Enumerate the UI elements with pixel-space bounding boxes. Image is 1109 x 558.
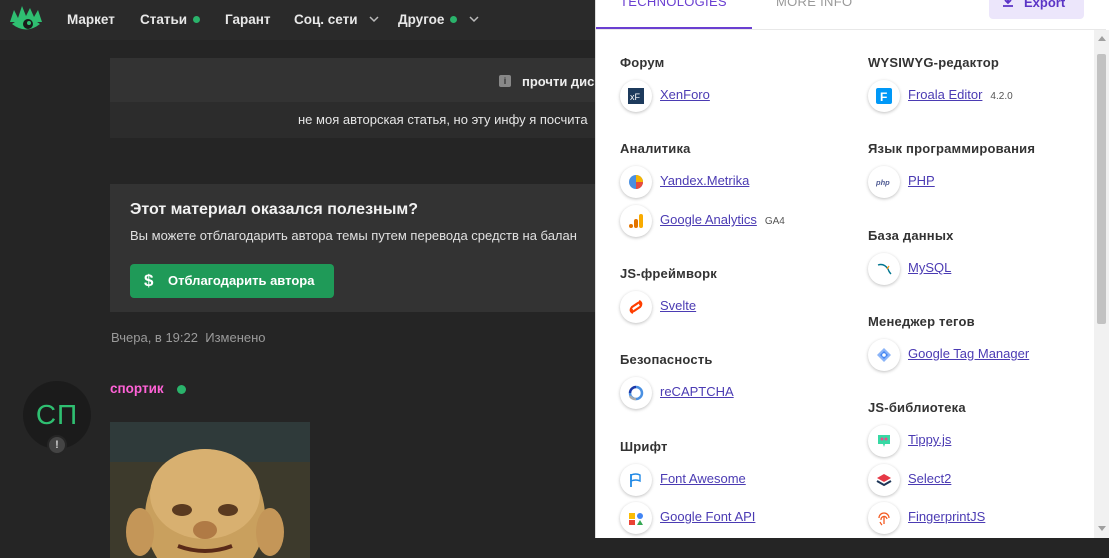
mysql-icon [868,253,900,285]
thanks-description: Вы можете отблагодарить автора темы путе… [130,228,577,243]
tech-name: FingerprintJS [908,509,986,524]
category-database: База данных [868,228,954,243]
panel-divider [596,29,1106,30]
user-status-badge: ! [47,435,67,455]
nav-item-other[interactable]: Другое [398,12,479,27]
nav-item-label: Другое [398,12,445,27]
froala-icon: F [868,80,900,112]
tech-name: XenForo [660,87,710,102]
tech-name: Tippy.js [908,432,952,447]
download-icon [1003,0,1013,7]
php-icon: php [868,166,900,198]
tech-name: Google Tag Manager [908,346,1030,361]
tech-name: Font Awesome [660,471,746,486]
new-indicator-dot [193,16,201,23]
tech-name: Yandex.Metrika [660,173,750,188]
svelte-icon [620,291,652,323]
panel-scrollbar[interactable] [1094,30,1109,538]
nav-item-social[interactable]: Соц. сети [294,12,379,27]
nav-item-label: Гарант [225,12,271,27]
tech-name: Select2 [908,471,952,486]
nav-item-label: Статьи [140,12,188,27]
tech-name: PHP [908,173,935,188]
post-message: не моя авторская статья, но эту инфу я п… [110,102,600,138]
post-image[interactable] [110,422,310,558]
spoiler-title: прочти дис [522,74,595,89]
post-edited[interactable]: Изменено [205,330,265,345]
google-analytics-icon [620,205,652,237]
post-time[interactable]: Вчера, в 19:22 [111,330,198,345]
tech-name: MySQL [908,260,952,275]
category-forum: Форум [620,55,665,70]
thank-author-label: Отблагодарить автора [168,273,315,288]
tab-more-info[interactable]: MORE INFO [776,0,852,9]
category-wysiwyg: WYSIWYG-редактор [868,55,1000,70]
nav-item-market[interactable]: Маркет [67,12,115,27]
tech-version: GA4 [764,216,785,227]
chevron-down-icon [469,16,479,23]
tech-name: reCAPTCHA [660,384,734,399]
tech-name: Google Analytics GA4 [660,212,785,227]
post-meta: Вчера, в 19:22 Изменено [111,330,266,345]
tech-name: Google Font API [660,509,756,524]
chevron-down-icon [369,16,379,23]
fingerprintjs-icon [868,502,900,534]
technologies-panel: TECHNOLOGIES MORE INFO Export Форум xF X… [595,0,1109,538]
yandex-metrika-icon [620,166,652,198]
export-button[interactable]: Export [989,0,1084,19]
google-font-api-icon [620,502,652,534]
site-logo-icon[interactable] [8,4,44,34]
online-status-dot [177,385,186,394]
thanks-title: Этот материал оказался полезным? [130,201,418,218]
tab-technologies[interactable]: TECHNOLOGIES [620,0,727,9]
category-programming-language: Язык программирования [868,141,1036,156]
google-tag-manager-icon [868,339,900,371]
svg-text:xF: xF [630,92,641,102]
scroll-up-icon[interactable] [1098,36,1106,41]
select2-icon [868,464,900,496]
export-label: Export [1024,0,1066,10]
top-navigation: Маркет Статьи Гарант Соц. сети Другое [0,0,600,40]
tech-name-text: Froala Editor [908,87,983,102]
category-security: Безопасность [620,352,713,367]
tech-name-text: Google Analytics [660,212,757,227]
category-js-library: JS-библиотека [868,400,966,415]
scrollbar-thumb[interactable] [1097,54,1106,324]
category-js-framework: JS-фреймворк [620,266,717,281]
avatar-initials: СП [35,399,79,430]
thank-author-button[interactable]: $ Отблагодарить автора [130,264,334,298]
nav-item-label: Соц. сети [294,12,358,27]
tech-name: Froala Editor 4.2.0 [908,87,1013,102]
tech-version: 4.2.0 [990,91,1013,102]
svg-text:F: F [880,90,887,104]
nav-item-guarantor[interactable]: Гарант [225,12,271,27]
scroll-down-icon[interactable] [1098,526,1106,531]
spoiler-info-bar[interactable]: i прочти дис [110,58,600,102]
svg-text:php: php [876,178,890,187]
category-font: Шрифт [620,439,668,454]
category-tag-manager: Менеджер тегов [868,314,975,329]
info-icon: i [499,75,511,87]
nav-item-articles[interactable]: Статьи [140,12,201,27]
category-analytics: Аналитика [620,141,691,156]
recaptcha-icon [620,377,652,409]
nav-item-label: Маркет [67,12,115,27]
new-indicator-dot [450,16,458,23]
xenforo-icon: xF [620,80,652,112]
tech-name: Svelte [660,298,697,313]
thanks-block: Этот материал оказался полезным? Вы може… [110,184,600,312]
dollar-icon: $ [144,271,154,290]
post-message-text: не моя авторская статья, но эту инфу я п… [298,112,588,127]
tippy-icon [868,425,900,457]
username[interactable]: спортик [110,381,164,396]
font-awesome-icon [620,464,652,496]
